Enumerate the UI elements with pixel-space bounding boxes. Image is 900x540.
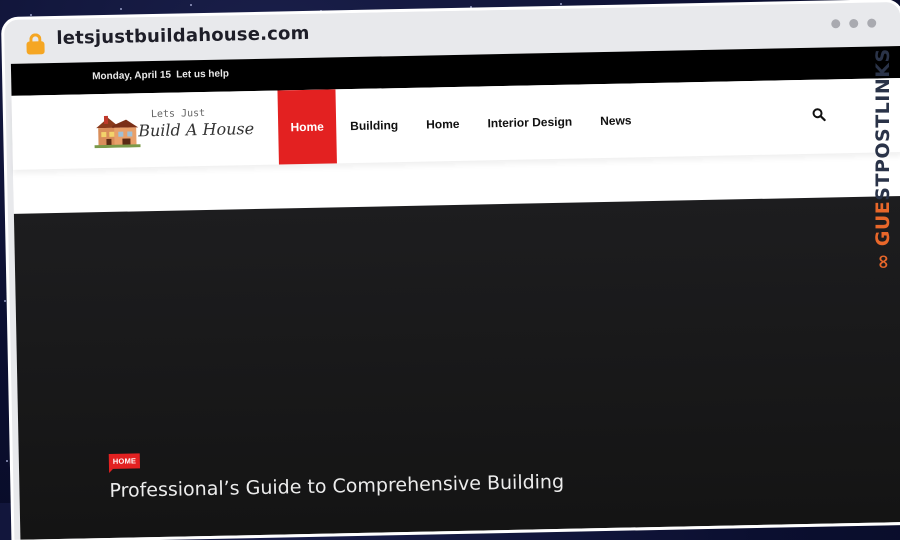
category-badge[interactable]: HOME <box>108 453 141 469</box>
watermark-prefix: GUE <box>872 200 894 247</box>
watermark-rest: STPOSTLINKS <box>872 48 894 201</box>
logo-line-2: Build A House <box>138 119 255 141</box>
house-logo-icon <box>94 115 141 149</box>
web-page: Monday, April 15 Let us help Lets Just B… <box>10 46 900 540</box>
window-dot-icon[interactable] <box>831 19 841 29</box>
window-controls <box>831 18 877 29</box>
search-icon[interactable] <box>812 108 826 122</box>
nav-item-interior-design[interactable]: Interior Design <box>473 84 587 160</box>
current-date: Monday, April 15 <box>92 69 172 83</box>
let-us-help-link[interactable]: Let us help <box>176 68 229 80</box>
hero-featured-post[interactable]: HOME Professional’s Guide to Comprehensi… <box>13 195 900 540</box>
nav-item-news[interactable]: News <box>585 83 646 158</box>
featured-post-title[interactable]: Professional’s Guide to Comprehensive Bu… <box>109 471 564 502</box>
chain-link-icon: ∞ <box>872 253 894 270</box>
window-dot-icon[interactable] <box>867 18 877 28</box>
logo-line-1: Lets Just <box>150 107 206 121</box>
window-dot-icon[interactable] <box>849 18 859 29</box>
browser-window: letsjustbuildahouse.com Monday, April 15… <box>4 2 900 540</box>
nav-item-home[interactable]: Home <box>277 89 337 165</box>
main-nav: Home Building Home Interior Design News <box>277 83 646 165</box>
guestpostlinks-watermark: ∞ GUESTPOSTLINKS <box>870 44 896 274</box>
nav-item-building[interactable]: Building <box>335 88 412 164</box>
nav-item-home-2[interactable]: Home <box>411 87 474 162</box>
lock-icon <box>26 33 45 55</box>
site-logo[interactable]: Lets Just Build A House <box>94 107 254 152</box>
address-bar-url[interactable]: letsjustbuildahouse.com <box>56 23 310 49</box>
